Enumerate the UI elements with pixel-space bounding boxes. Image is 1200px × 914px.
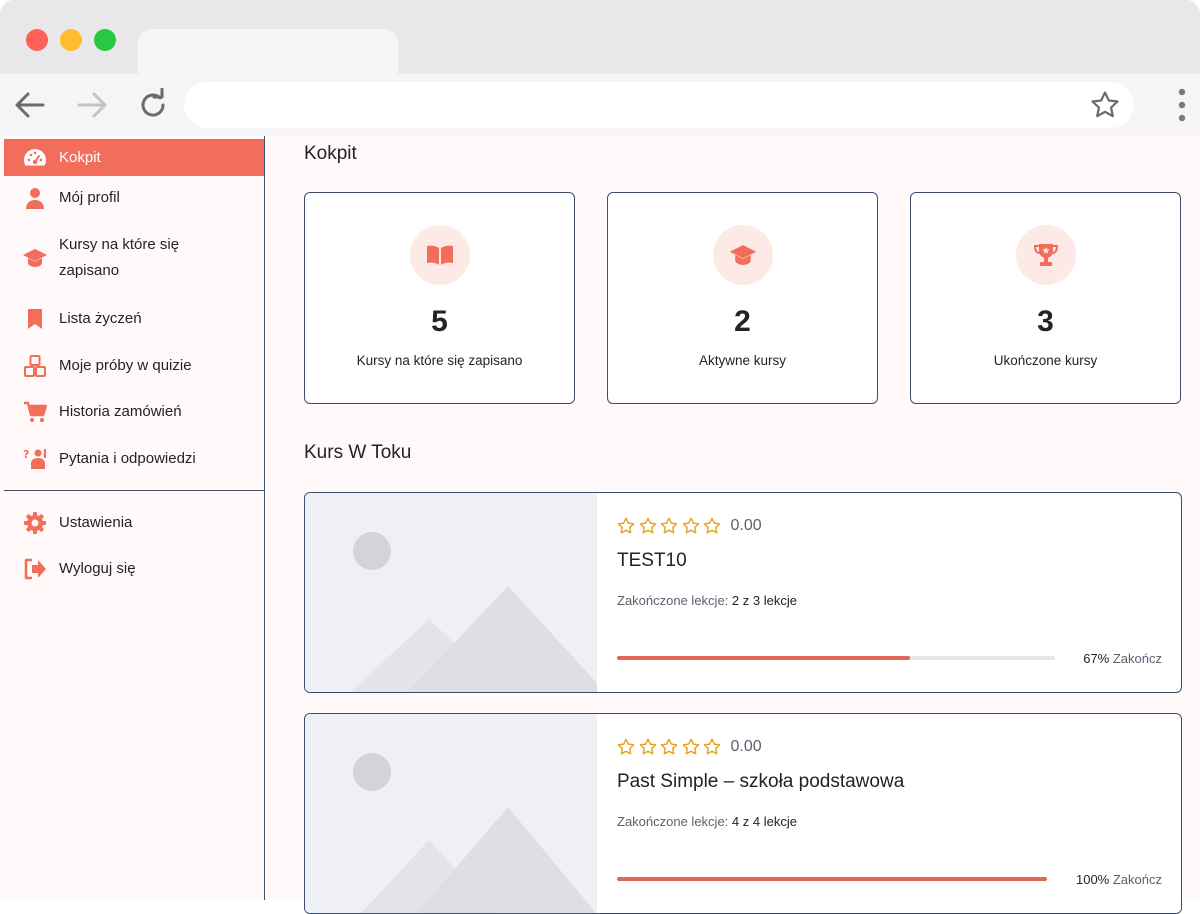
- quiz-blocks-icon: [23, 354, 47, 378]
- forward-button[interactable]: [75, 88, 109, 122]
- user-icon: [23, 186, 47, 210]
- rating-stars: 0.00: [617, 738, 762, 756]
- star-empty-icon: [682, 517, 699, 534]
- sidebar-item-enrolled-courses[interactable]: Kursy na które się zapisano: [4, 232, 264, 284]
- arrow-right-icon: [77, 92, 107, 118]
- star-bookmark-icon[interactable]: [1090, 90, 1120, 120]
- page-title: Kokpit: [304, 143, 357, 164]
- svg-text:?: ?: [23, 448, 29, 461]
- dashboard-icon: [23, 146, 47, 170]
- sidebar-item-label: Wyloguj się: [59, 560, 136, 577]
- sidebar-item-wishlist[interactable]: Lista życzeń: [4, 306, 264, 332]
- sidebar-item-label: Kursy na które się zapisano: [59, 236, 180, 279]
- course-info: 0.00 Past Simple – szkoła podstawowa Zak…: [617, 714, 1162, 913]
- main-content: Kokpit 5 Kursy na które się zapisano 2 A…: [304, 136, 1182, 914]
- stat-card-completed: 3 Ukończone kursy: [910, 192, 1181, 404]
- trophy-icon: [1016, 225, 1076, 285]
- book-icon: [410, 225, 470, 285]
- progress-fill: [617, 877, 1047, 881]
- rating-value: 0.00: [730, 738, 762, 755]
- completed-lessons: Zakończone lekcje: 2 z 3 lekcje: [617, 593, 797, 608]
- star-empty-icon: [660, 738, 678, 755]
- bookmark-icon: [23, 307, 47, 331]
- logout-icon: [23, 557, 47, 581]
- cart-icon: [23, 400, 47, 424]
- maximize-window-button[interactable]: [94, 29, 116, 51]
- course-info: 0.00 TEST10 Zakończone lekcje: 2 z 3 lek…: [617, 493, 1162, 692]
- star-empty-icon: [617, 517, 635, 534]
- sidebar-item-kokpit[interactable]: Kokpit: [4, 139, 264, 176]
- sidebar-item-label: Mój profil: [59, 189, 120, 206]
- sidebar-item-settings[interactable]: Ustawienia: [4, 510, 264, 536]
- star-empty-icon: [703, 738, 721, 755]
- browser-window-chrome: [0, 0, 1200, 136]
- star-empty-icon: [639, 738, 656, 755]
- back-button[interactable]: [13, 88, 47, 122]
- star-empty-icon: [639, 517, 656, 534]
- sidebar-item-label: Moje próby w quizie: [59, 357, 192, 374]
- reload-icon: [141, 88, 165, 117]
- completed-lessons: Zakończone lekcje: 4 z 4 lekcje: [617, 814, 797, 829]
- stat-value: 2: [734, 305, 751, 338]
- sidebar-item-label: Kokpit: [59, 148, 101, 166]
- finish-link[interactable]: Zakończ: [1113, 651, 1162, 666]
- sidebar-item-label: Pytania i odpowiedzi: [59, 450, 196, 467]
- sidebar-divider: [4, 490, 265, 491]
- star-empty-icon: [682, 738, 699, 755]
- in-progress-heading: Kurs W Toku: [304, 442, 412, 463]
- sidebar-item-quiz-attempts[interactable]: Moje próby w quizie: [4, 353, 264, 379]
- stat-label: Aktywne kursy: [698, 353, 787, 368]
- stat-label: Kursy na które się zapisano: [356, 353, 523, 368]
- sidebar-item-label: Lista życzeń: [59, 310, 142, 327]
- progress-fill: [617, 656, 911, 660]
- course-thumbnail-placeholder: [305, 714, 597, 913]
- stat-value: 5: [431, 305, 448, 338]
- sidebar-item-logout[interactable]: Wyloguj się: [4, 556, 264, 582]
- stat-label: Ukończone kursy: [993, 353, 1098, 368]
- course-title[interactable]: TEST10: [617, 550, 687, 572]
- progress-percent: 100% Zakończ: [1075, 872, 1162, 887]
- reload-button[interactable]: [136, 88, 170, 122]
- stat-card-enrolled: 5 Kursy na które się zapisano: [304, 192, 575, 404]
- minimize-window-button[interactable]: [60, 29, 82, 51]
- stat-value: 3: [1037, 305, 1054, 338]
- rating-value: 0.00: [730, 517, 762, 534]
- image-placeholder-icon: [351, 532, 597, 692]
- sidebar-item-label: Historia zamówień: [59, 403, 182, 420]
- course-thumbnail-placeholder: [305, 493, 597, 692]
- progress-bar: [617, 656, 1055, 660]
- star-empty-icon: [703, 517, 721, 534]
- arrow-left-icon: [15, 92, 45, 118]
- course-card[interactable]: 0.00 TEST10 Zakończone lekcje: 2 z 3 lek…: [304, 492, 1182, 693]
- browser-menu-icon[interactable]: [1175, 88, 1189, 124]
- rating-stars: 0.00: [617, 517, 762, 535]
- graduation-cap-icon: [23, 246, 47, 270]
- star-empty-icon: [660, 517, 678, 534]
- sidebar-item-qa[interactable]: ? Pytania i odpowiedzi: [4, 446, 264, 472]
- progress-bar: [617, 877, 1047, 881]
- question-answer-icon: ?: [23, 447, 47, 471]
- browser-tab[interactable]: [138, 29, 398, 75]
- stat-card-active: 2 Aktywne kursy: [607, 192, 878, 404]
- sidebar-item-profile[interactable]: Mój profil: [4, 185, 264, 211]
- image-placeholder-icon: [353, 753, 596, 913]
- app-area: Kokpit Mój profil Kursy na które się zapi…: [0, 136, 1200, 914]
- sidebar-item-order-history[interactable]: Historia zamówień: [4, 399, 264, 425]
- sidebar-item-label: Ustawienia: [59, 514, 133, 531]
- progress-percent: 67% Zakończ: [1083, 651, 1162, 666]
- star-empty-icon: [617, 738, 635, 755]
- address-bar[interactable]: [184, 82, 1134, 128]
- close-window-button[interactable]: [26, 29, 48, 51]
- course-title[interactable]: Past Simple – szkoła podstawowa: [617, 771, 904, 793]
- course-card[interactable]: 0.00 Past Simple – szkoła podstawowa Zak…: [304, 713, 1182, 914]
- graduation-cap-icon: [713, 225, 773, 285]
- gear-icon: [23, 511, 47, 535]
- sidebar: Kokpit Mój profil Kursy na które się zapi…: [0, 136, 265, 900]
- finish-link[interactable]: Zakończ: [1113, 872, 1162, 887]
